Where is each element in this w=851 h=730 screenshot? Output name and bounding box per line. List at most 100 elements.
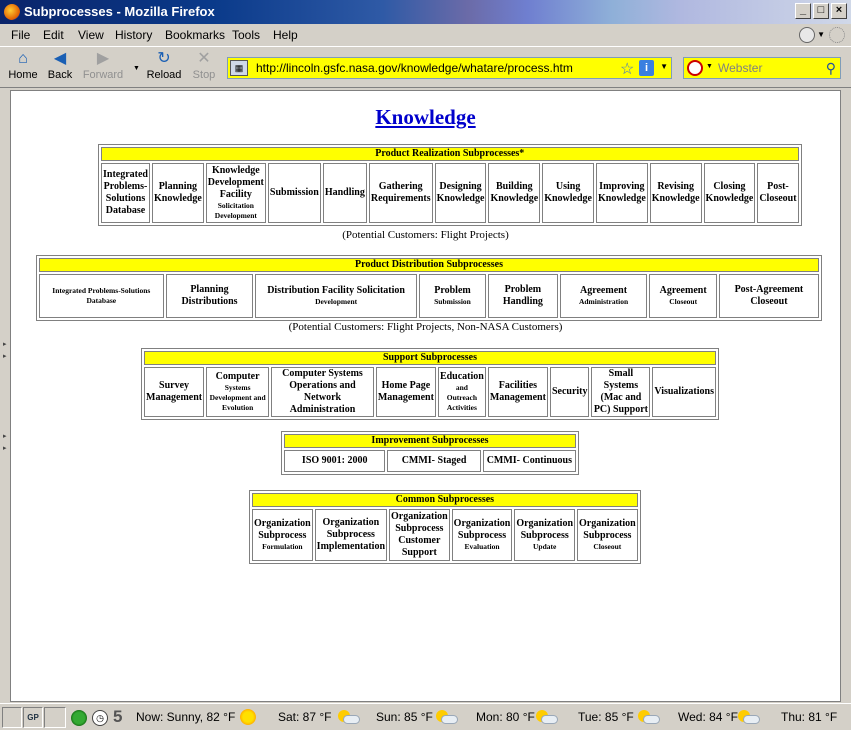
weather-day[interactable]: Now: Sunny, 82 °F (136, 710, 235, 724)
common-cell: Organization Subprocess Customer Support (389, 509, 450, 561)
menu-history[interactable]: History (115, 28, 152, 42)
history-dropdown-icon[interactable]: ▼ (133, 65, 140, 72)
support-cell: Home Page Management (375, 367, 436, 417)
support-cell: Security (549, 367, 590, 417)
partly-cloudy-icon (738, 710, 760, 725)
weather-day[interactable]: Thu: 81 °F (781, 710, 837, 724)
improvement-cell: ISO 9001: 2000 (284, 450, 386, 472)
common-cell: Organization Subprocess Evaluation (451, 509, 513, 561)
knowledge-link[interactable]: Knowledge (375, 105, 475, 129)
window-controls: _ □ × (795, 3, 847, 19)
realization-cell: Integrated Problems-Solutions Database (101, 163, 150, 223)
url-dropdown-icon[interactable]: ▼ (660, 62, 668, 71)
improvement-row: ISO 9001: 2000 CMMI- Staged CMMI- Continuo… (284, 450, 576, 472)
close-button[interactable]: × (831, 3, 847, 19)
window-title: Subprocesses - Mozilla Firefox (24, 4, 215, 19)
realization-table: Product Realization Subprocesses* Integr… (98, 144, 802, 226)
clock-icon[interactable]: ◷ (92, 710, 108, 726)
menu-tools[interactable]: Tools (232, 28, 260, 42)
realization-cell: Submission (267, 163, 321, 223)
weather-day[interactable]: Wed: 84 °F (678, 710, 738, 724)
weather-day[interactable]: Sat: 87 °F (278, 710, 332, 724)
support-cell: Small Systems (Mac and PC) Support (591, 367, 651, 417)
menu-view[interactable]: View (78, 28, 104, 42)
realization-cell: Revising Knowledge (649, 163, 702, 223)
realization-cell: Using Knowledge (542, 163, 594, 223)
distribution-table: Product Distribution Subprocesses Integr… (36, 255, 822, 321)
realization-cell: Closing Knowledge (703, 163, 756, 223)
page-heading: Knowledge (11, 105, 840, 130)
improvement-cell: CMMI- Continuous (482, 450, 576, 472)
support-cell: Education and Outreach Activities (437, 367, 486, 417)
status-bar: GP ◷ 5 Now: Sunny, 82 °F Sat: 87 °F Sun: 8… (0, 703, 851, 730)
bookmark-star-icon[interactable]: ☆ (620, 59, 634, 79)
menu-file[interactable]: File (11, 28, 30, 42)
distribution-cell: Post-Agreement Closeout (718, 274, 819, 318)
realization-row: Integrated Problems-Solutions Database Pl… (101, 163, 799, 223)
menu-edit[interactable]: Edit (43, 28, 64, 42)
menu-bookmarks[interactable]: Bookmarks (165, 28, 225, 42)
distribution-cell: Agreement Closeout (649, 274, 717, 318)
partly-cloudy-icon (436, 710, 458, 725)
realization-cell: Gathering Requirements (368, 163, 433, 223)
distribution-cell: Distribution Facility Solicitation Develo… (255, 274, 417, 318)
site-identity-icon[interactable]: ▦ (230, 60, 248, 76)
realization-caption: (Potential Customers: Flight Projects) (342, 229, 509, 241)
sidebar-edge: ▸ ▸ ▸ ▸ (0, 90, 10, 702)
status-indicator-icon[interactable] (71, 710, 87, 726)
support-cell: Computer Systems Development and Evolutio… (206, 367, 270, 417)
common-cell: Organization Subprocess Update (514, 509, 576, 561)
forecastfox-counter[interactable]: 5 (113, 707, 122, 727)
stop-button[interactable]: ✕ Stop (184, 49, 224, 87)
improvement-table: Improvement Subprocesses ISO 9001: 2000 C… (281, 431, 579, 475)
profile-dropdown-icon[interactable]: ▼ (817, 30, 825, 39)
maximize-button[interactable]: □ (813, 3, 829, 19)
distribution-row: Integrated Problems-Solutions Database Pl… (39, 274, 819, 318)
support-row: Survey Management Computer Systems Develop… (144, 367, 716, 417)
distribution-cell: Problem Handling (488, 274, 558, 318)
common-cell: Organization Subprocess Formulation (252, 509, 313, 561)
title-bar: Subprocesses - Mozilla Firefox _ □ × (0, 0, 851, 24)
common-cell: Organization Subprocess Closeout (577, 509, 638, 561)
home-button[interactable]: ⌂ Home (3, 49, 43, 87)
partly-cloudy-icon (338, 710, 360, 725)
search-engine-dropdown-icon[interactable]: ▼ (706, 63, 713, 70)
forward-button[interactable]: ▶ Forward (80, 49, 126, 87)
profile-icon[interactable] (799, 27, 815, 43)
realization-cell: Building Knowledge (488, 163, 541, 223)
support-header: Support Subprocesses (144, 351, 716, 365)
search-engine-icon[interactable] (687, 60, 703, 76)
weather-day[interactable]: Tue: 85 °F (578, 710, 634, 724)
back-button[interactable]: ◀ Back (40, 49, 80, 87)
search-icon[interactable]: ⚲ (826, 60, 836, 77)
common-row: Organization Subprocess Formulation Organi… (252, 509, 638, 561)
back-arrow-icon: ◀ (53, 50, 67, 67)
menu-help[interactable]: Help (273, 28, 298, 42)
url-bar[interactable]: ▦ http://lincoln.gsfc.nasa.gov/knowledge… (227, 57, 672, 79)
search-input[interactable]: Webster (718, 61, 762, 75)
minimize-button[interactable]: _ (795, 3, 811, 19)
page-content: Knowledge Product Realization Subprocess… (10, 90, 841, 702)
gp-badge[interactable]: GP (23, 707, 43, 728)
support-cell: Visualizations (652, 367, 716, 417)
weather-day[interactable]: Mon: 80 °F (476, 710, 535, 724)
weather-day[interactable]: Sun: 85 °F (376, 710, 433, 724)
realization-cell: Post-Closeout (757, 163, 799, 223)
common-header: Common Subprocesses (252, 493, 638, 507)
stop-icon: ✕ (197, 50, 211, 67)
home-icon: ⌂ (18, 50, 28, 67)
search-bar[interactable]: ▼ Webster ⚲ (683, 57, 841, 79)
support-cell: Survey Management (144, 367, 205, 417)
distribution-caption: (Potential Customers: Flight Projects, N… (288, 321, 563, 333)
support-cell: Computer Systems Operations and Network … (271, 367, 374, 417)
url-text[interactable]: http://lincoln.gsfc.nasa.gov/knowledge/w… (256, 61, 573, 75)
menu-bar: File Edit View History Bookmarks Tools H… (0, 24, 851, 46)
improvement-header: Improvement Subprocesses (284, 434, 576, 448)
improvement-cell: CMMI- Staged (387, 450, 481, 472)
reload-button[interactable]: ↻ Reload (144, 49, 184, 87)
partly-cloudy-icon (536, 710, 558, 725)
forward-arrow-icon: ▶ (96, 50, 110, 67)
distribution-cell: Planning Distributions (165, 274, 254, 318)
info-icon[interactable]: i (639, 60, 654, 76)
distribution-cell: Agreement Administration (559, 274, 648, 318)
